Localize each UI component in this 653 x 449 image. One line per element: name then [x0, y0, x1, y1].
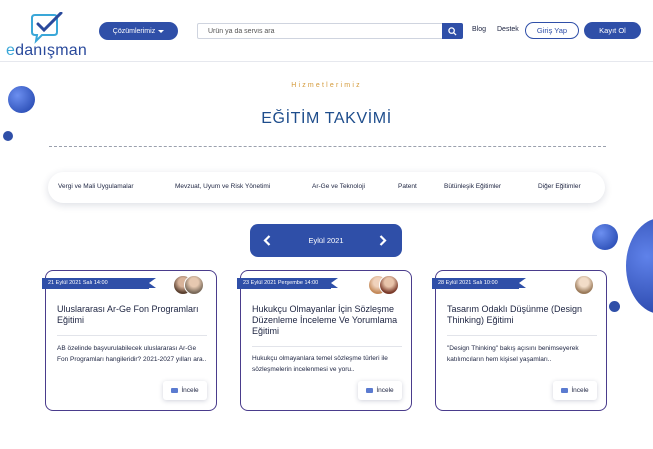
- logo[interactable]: edanışman: [6, 12, 87, 59]
- card-description: AB özelinde başvurulabilecek uluslararas…: [57, 345, 207, 363]
- avatar: [379, 275, 399, 295]
- page: edanışman Çözümlerimiz Blog Destek Giriş…: [0, 0, 653, 449]
- view-button[interactable]: İncele: [358, 381, 402, 400]
- page-title: EĞİTİM TAKVİMİ: [261, 110, 392, 127]
- chevron-right-icon: [379, 234, 387, 246]
- tab-diger[interactable]: Diğer Eğitimler: [538, 183, 581, 190]
- checkmark-logo-icon: [31, 12, 63, 44]
- document-icon: [171, 388, 179, 393]
- card-description: Hukukçu olmayanlara temel sözleşme türle…: [252, 355, 388, 373]
- chevron-down-icon: [158, 29, 165, 33]
- avatar: [184, 275, 204, 295]
- training-card[interactable]: 28 Eylül 2021 Salı 10:00 Tasarım Odaklı …: [432, 270, 607, 411]
- trainer-avatars: [173, 275, 209, 295]
- solutions-label: Çözümlerimiz: [112, 27, 156, 35]
- decorative-circle-left-small: [3, 131, 13, 141]
- trainer-avatars: [368, 275, 404, 295]
- decorative-circle-right-small: [609, 301, 620, 312]
- search-icon: [448, 26, 457, 36]
- category-tabs: Vergi ve Mali Uygulamalar Mevzuat, Uyum …: [48, 172, 605, 203]
- section-eyebrow: Hizmetlerimiz: [291, 82, 362, 89]
- decorative-circle-left-large: [8, 86, 35, 113]
- training-card[interactable]: 23 Eylül 2021 Perşembe 14:00 Hukukçu Olm…: [237, 270, 412, 411]
- card-title[interactable]: Uluslararası Ar-Ge Fon Programları Eğiti…: [57, 304, 207, 326]
- view-button[interactable]: İncele: [163, 381, 207, 400]
- view-button-label: İncele: [376, 387, 394, 394]
- training-card[interactable]: 21 Eylül 2021 Salı 14:00 Uluslararası Ar…: [42, 270, 217, 411]
- tab-mevzuat-uyum[interactable]: Mevzuat, Uyum ve Risk Yönetimi: [175, 183, 270, 190]
- card-divider: [447, 335, 597, 336]
- card-title[interactable]: Tasarım Odaklı Düşünme (Design Thinking)…: [447, 304, 597, 326]
- search-box: [197, 23, 463, 39]
- month-selector: Eylül 2021: [250, 224, 402, 257]
- view-button-label: İncele: [181, 387, 199, 394]
- date-ribbon: 21 Eylül 2021 Salı 14:00: [42, 278, 156, 289]
- search-input[interactable]: [198, 24, 443, 38]
- nav-blog-link[interactable]: Blog: [472, 26, 486, 33]
- solutions-dropdown-button[interactable]: Çözümlerimiz: [99, 22, 178, 40]
- logo-text: edanışman: [6, 42, 87, 59]
- date-ribbon: 23 Eylül 2021 Perşembe 14:00: [237, 278, 338, 289]
- card-divider: [252, 346, 402, 347]
- tab-patent[interactable]: Patent: [398, 183, 417, 190]
- signup-button[interactable]: Kayıt Ol: [584, 22, 641, 39]
- card-description: "Design Thinking" bakış açısını benimsey…: [447, 345, 579, 363]
- view-button-label: İncele: [571, 387, 589, 394]
- login-button[interactable]: Giriş Yap: [525, 22, 579, 39]
- document-icon: [366, 388, 374, 393]
- decorative-circle-right-large: [626, 218, 653, 314]
- document-icon: [561, 388, 569, 393]
- tab-vergi-mali[interactable]: Vergi ve Mali Uygulamalar: [58, 183, 134, 190]
- next-month-button[interactable]: [375, 232, 391, 248]
- dashed-divider: [49, 146, 606, 147]
- trainer-avatars: [574, 275, 596, 295]
- tab-butunlesik[interactable]: Bütünleşik Eğitimler: [444, 183, 501, 190]
- decorative-circle-right-medium: [592, 224, 618, 250]
- view-button[interactable]: İncele: [553, 381, 597, 400]
- card-title[interactable]: Hukukçu Olmayanlar İçin Sözleşme Düzenle…: [252, 304, 402, 337]
- date-ribbon: 28 Eylül 2021 Salı 10:00: [432, 278, 526, 289]
- search-button[interactable]: [442, 23, 463, 39]
- card-divider: [57, 335, 207, 336]
- avatar: [574, 275, 594, 295]
- nav-support-link[interactable]: Destek: [497, 26, 519, 33]
- site-header: edanışman Çözümlerimiz Blog Destek Giriş…: [0, 0, 653, 62]
- tab-arge-teknoloji[interactable]: Ar-Ge ve Teknoloji: [312, 183, 365, 190]
